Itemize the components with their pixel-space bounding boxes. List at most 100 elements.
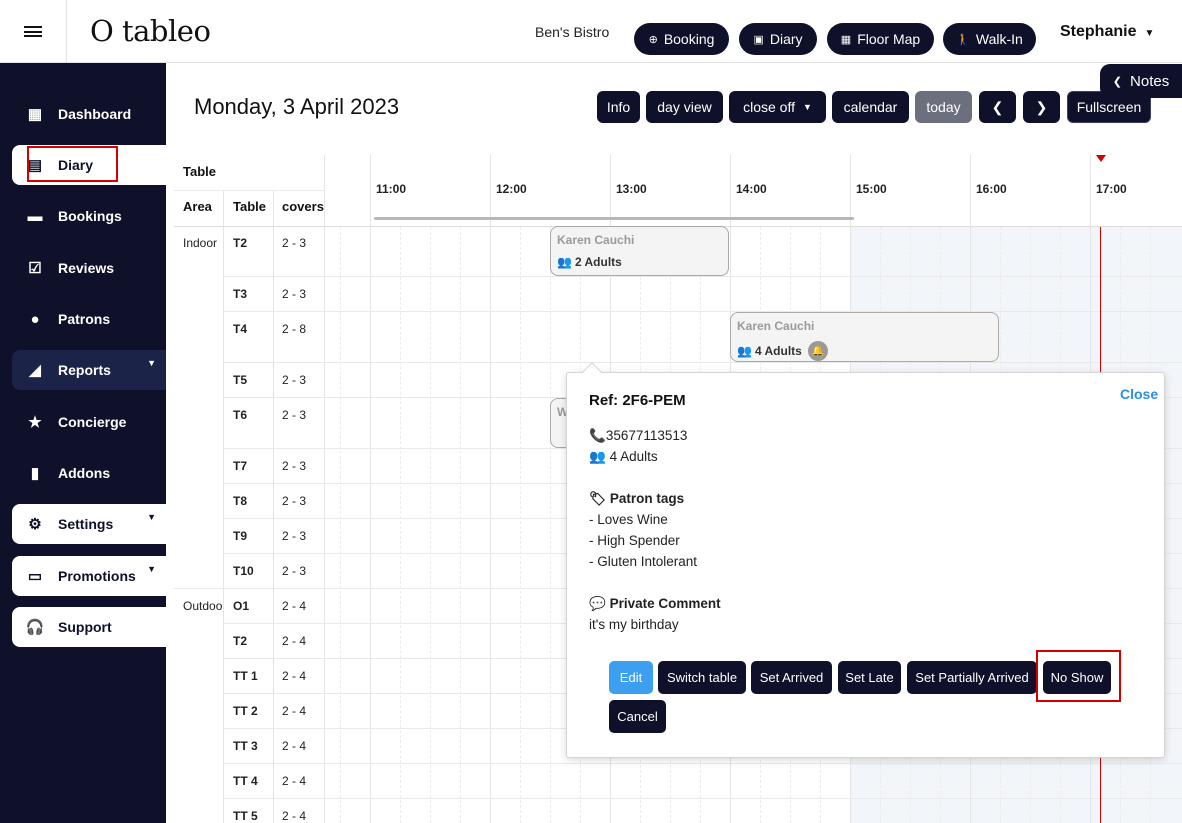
sidebar-item-addons[interactable]: ▮ Addons bbox=[12, 453, 166, 493]
today-button[interactable]: today bbox=[915, 91, 972, 123]
booking-reference: Ref: 2F6-PEM bbox=[589, 392, 686, 409]
covers-label: 2 - 4 bbox=[282, 704, 307, 718]
venue-name: Ben's Bistro bbox=[535, 24, 610, 40]
table-label: T10 bbox=[233, 564, 254, 578]
set-late-button[interactable]: Set Late bbox=[838, 661, 901, 694]
app-logo: O tableo bbox=[90, 14, 211, 48]
calendar-button[interactable]: calendar bbox=[832, 91, 909, 123]
user-menu[interactable]: Stephanie ▼ bbox=[1060, 23, 1154, 41]
table-column-header: Table bbox=[233, 199, 266, 214]
star-icon: ★ bbox=[28, 414, 42, 431]
sidebar-item-dashboard[interactable]: ▦ Dashboard bbox=[12, 94, 166, 134]
time-label: 16:00 bbox=[976, 182, 1007, 196]
table-label: TT 1 bbox=[233, 669, 258, 683]
chevron-down-icon: ▼ bbox=[802, 102, 812, 112]
table-label: TT 2 bbox=[233, 704, 258, 718]
notes-tab[interactable]: ❮ Notes bbox=[1100, 64, 1182, 98]
quarter-line bbox=[520, 227, 521, 823]
sidebar-item-promotions[interactable]: ▭ Promotions ▼ bbox=[12, 556, 166, 596]
switch-table-button[interactable]: Switch table bbox=[658, 661, 746, 694]
booking-block[interactable]: Karen Cauchi 👥 2 Adults bbox=[550, 226, 729, 276]
divider bbox=[324, 155, 325, 823]
sidebar-item-support[interactable]: 🎧 Support bbox=[12, 607, 166, 647]
gear-icon: ⚙ bbox=[28, 516, 42, 533]
chevron-down-icon: ▼ bbox=[147, 512, 156, 522]
time-label: 12:00 bbox=[496, 182, 527, 196]
floor-map-button[interactable]: ▦ Floor Map bbox=[827, 23, 934, 55]
hour-line bbox=[370, 155, 371, 823]
reviews-icon: ☑ bbox=[28, 260, 42, 277]
page-title: Monday, 3 April 2023 bbox=[194, 94, 400, 119]
sidebar-item-concierge[interactable]: ★ Concierge bbox=[12, 402, 166, 442]
table-label: T3 bbox=[233, 287, 248, 301]
users-icon: 👥 bbox=[589, 449, 610, 464]
row-divider bbox=[223, 311, 1182, 312]
plus-circle-icon: ⊕ bbox=[648, 33, 658, 46]
no-show-highlight-box bbox=[1036, 650, 1121, 702]
covers-column-header: covers bbox=[282, 199, 324, 214]
area-label: Outdoo bbox=[183, 599, 223, 613]
time-label: 13:00 bbox=[616, 182, 647, 196]
covers-label: 2 - 4 bbox=[282, 669, 307, 683]
private-comment-title: Private Comment bbox=[609, 596, 721, 611]
table-label: TT 3 bbox=[233, 739, 258, 753]
area-column-header: Area bbox=[183, 199, 212, 214]
addons-icon: ▮ bbox=[30, 465, 40, 482]
table-label: T7 bbox=[233, 459, 248, 473]
users-icon: 👥 bbox=[737, 344, 752, 358]
cancel-button[interactable]: Cancel bbox=[609, 700, 666, 733]
close-off-button[interactable]: close off ▼ bbox=[729, 91, 826, 123]
table-label: O1 bbox=[233, 599, 250, 613]
sidebar-item-reports[interactable]: ◢ Reports ▼ bbox=[12, 350, 166, 390]
horizontal-scrollbar[interactable] bbox=[374, 217, 854, 220]
set-partially-arrived-button[interactable]: Set Partially Arrived bbox=[907, 661, 1037, 694]
sidebar-item-patrons[interactable]: ● Patrons bbox=[12, 299, 166, 339]
top-bar: O tableo Ben's Bistro ⊕ Booking ▣ Diary … bbox=[0, 0, 1182, 63]
dashboard-icon: ▦ bbox=[27, 106, 43, 123]
chart-icon: ◢ bbox=[29, 362, 41, 379]
bookings-icon: ▬ bbox=[27, 207, 43, 225]
info-button[interactable]: Info bbox=[597, 91, 640, 123]
quarter-line bbox=[340, 227, 341, 823]
private-comment: it's my birthday bbox=[589, 617, 679, 632]
booking-block[interactable]: Karen Cauchi 👥 4 Adults 🔔 bbox=[730, 312, 999, 362]
row-divider bbox=[223, 798, 1182, 799]
covers-label: 2 - 3 bbox=[282, 408, 307, 422]
bell-icon: 🔔 bbox=[807, 341, 828, 361]
table-label: TT 4 bbox=[233, 774, 258, 788]
day-view-button[interactable]: day view bbox=[646, 91, 723, 123]
sidebar-item-bookings[interactable]: ▬ Bookings bbox=[12, 196, 166, 236]
next-day-button[interactable]: ❯ bbox=[1023, 91, 1060, 123]
quarter-line bbox=[430, 227, 431, 823]
area-label: Indoor bbox=[183, 236, 218, 250]
previous-day-button[interactable]: ❮ bbox=[979, 91, 1016, 123]
set-arrived-button[interactable]: Set Arrived bbox=[751, 661, 832, 694]
covers-label: 2 - 4 bbox=[282, 809, 307, 823]
chevron-down-icon: ▼ bbox=[1144, 28, 1155, 39]
sidebar-item-reviews[interactable]: ☑ Reviews bbox=[12, 248, 166, 288]
walk-in-button[interactable]: 🚶 Walk-In bbox=[943, 23, 1036, 55]
booking-name: Karen Cauchi bbox=[737, 319, 815, 333]
covers-label: 2 - 4 bbox=[282, 634, 307, 648]
time-label: 11:00 bbox=[376, 182, 407, 196]
covers-label: 2 - 4 bbox=[282, 599, 307, 613]
covers-label: 2 - 3 bbox=[282, 287, 307, 301]
patron-tag: - Loves Wine bbox=[589, 512, 668, 527]
edit-button[interactable]: Edit bbox=[609, 661, 653, 694]
sidebar-item-settings[interactable]: ⚙ Settings ▼ bbox=[12, 504, 166, 544]
covers-label: 2 - 8 bbox=[282, 322, 307, 336]
booking-button[interactable]: ⊕ Booking bbox=[634, 23, 729, 55]
covers-label: 2 - 3 bbox=[282, 373, 307, 387]
close-link[interactable]: Close bbox=[1120, 386, 1158, 402]
hamburger-menu-icon[interactable] bbox=[0, 0, 67, 63]
gift-icon: ▭ bbox=[27, 568, 43, 585]
booking-covers: 2 Adults bbox=[574, 255, 622, 269]
users-icon: 👥 bbox=[557, 255, 572, 269]
calendar-icon: ▣ bbox=[753, 33, 764, 46]
table-label: T4 bbox=[233, 322, 248, 336]
patron-covers: 4 Adults bbox=[609, 449, 658, 464]
diary-button[interactable]: ▣ Diary bbox=[739, 23, 817, 55]
booking-name: Karen Cauchi bbox=[557, 233, 635, 247]
table-label: T6 bbox=[233, 408, 248, 422]
covers-label: 2 - 3 bbox=[282, 529, 307, 543]
